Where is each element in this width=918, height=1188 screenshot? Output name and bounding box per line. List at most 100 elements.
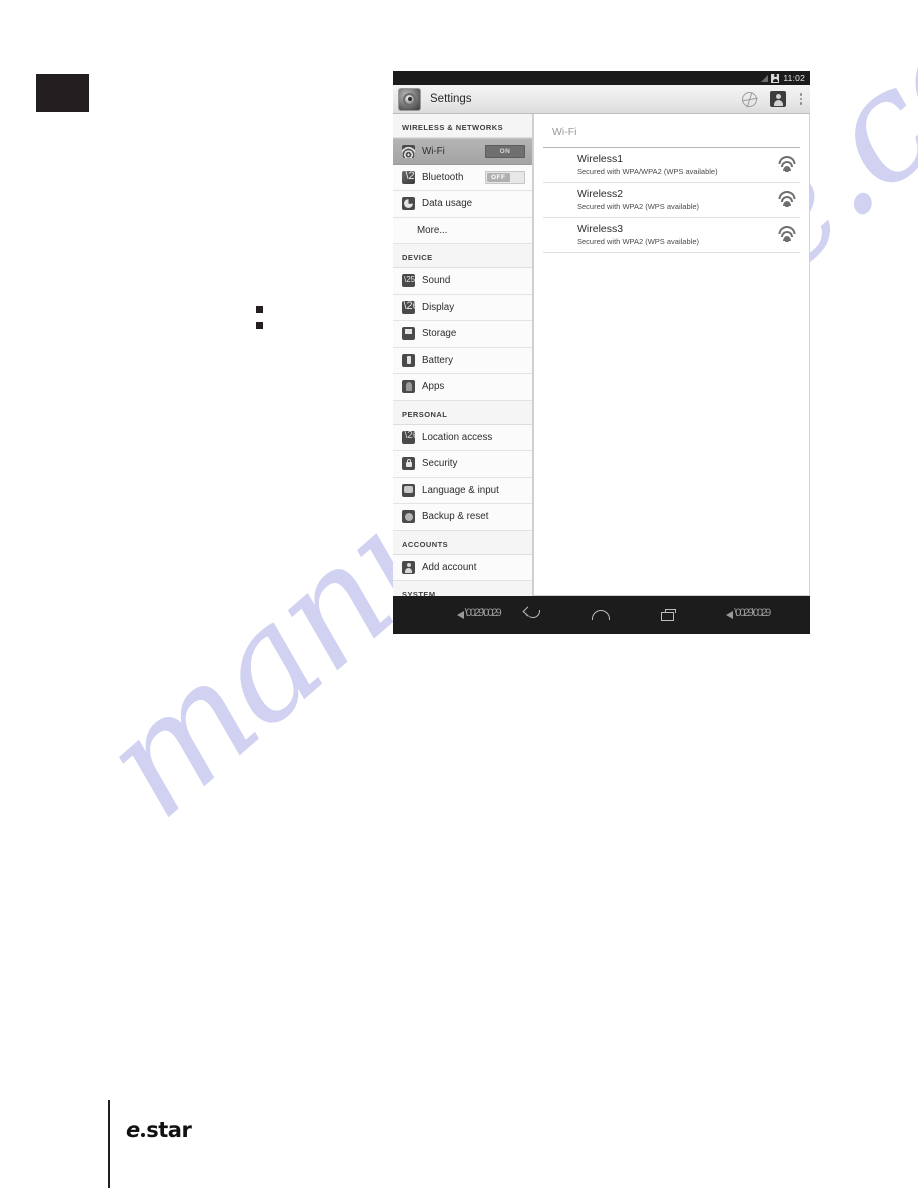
sound-icon [402,274,415,288]
bluetooth-toggle-label: OFF [487,172,510,182]
display-icon [402,300,415,314]
battery-icon [402,353,415,367]
apps-icon [402,380,415,394]
sidebar-item-label: Backup & reset [422,511,489,523]
overflow-dot [799,93,803,96]
sidebar-section-header: WIRELESS & NETWORKS [393,114,532,138]
sidebar-item-label: More... [417,224,448,236]
settings-gear-icon [398,87,421,111]
wifi-icon [402,144,415,158]
wifi-network-row[interactable]: Wireless3 Secured with WPA2 (WPS availab… [543,218,800,253]
tablet-screenshot: 11:02 Settings WIRELESS & NETWORKS Wi-Fi… [393,71,810,634]
language-icon [402,483,415,497]
sidebar-item-label: Display [422,301,455,313]
wifi-network-row[interactable]: Wireless1 Secured with WPA/WPA2 (WPS ava… [543,148,800,183]
signal-icon [761,74,769,82]
sidebar-item-wifi[interactable]: Wi-Fi ON [393,138,532,165]
wifi-network-text: Wireless1 Secured with WPA/WPA2 (WPS ava… [577,153,780,177]
account-icon [402,560,415,574]
wifi-panel: Wi-Fi Wireless1 Secured with WPA/WPA2 (W… [533,114,810,596]
sidebar-item-label: Apps [422,381,445,393]
sidebar-item-label: Storage [422,328,457,340]
sidebar-section-header: SYSTEM [393,581,532,596]
wifi-secured-icon [778,190,796,207]
sidebar-item-language-input[interactable]: Language & input [393,477,532,504]
sidebar-item-add-account[interactable]: Add account [393,554,532,581]
wifi-network-text: Wireless3 Secured with WPA2 (WPS availab… [577,223,780,247]
sidebar-item-label: Battery [422,354,454,366]
sidebar-item-backup-reset[interactable]: Backup & reset [393,504,532,531]
action-bar: Settings [393,85,810,114]
settings-body: WIRELESS & NETWORKS Wi-Fi ON Bluetooth O… [393,114,810,596]
wifi-network-security: Secured with WPA2 (WPS available) [577,202,699,212]
settings-sidebar: WIRELESS & NETWORKS Wi-Fi ON Bluetooth O… [393,114,533,596]
wifi-toggle[interactable]: ON [485,144,525,158]
sidebar-item-security[interactable]: Security [393,451,532,478]
sidebar-item-bluetooth[interactable]: Bluetooth OFF [393,164,532,191]
wifi-secured-icon [778,225,796,242]
lock-icon [402,457,415,471]
panel-title: Wi-Fi [552,126,577,138]
redaction-block [36,74,89,112]
wifi-network-list: Wireless1 Secured with WPA/WPA2 (WPS ava… [543,147,800,253]
wifi-network-row[interactable]: Wireless2 Secured with WPA2 (WPS availab… [543,183,800,218]
sidebar-item-sound[interactable]: Sound [393,268,532,295]
data-usage-icon [402,197,415,211]
sidebar-item-display[interactable]: Display [393,294,532,321]
back-icon[interactable] [523,605,545,625]
person-icon [771,73,780,83]
wifi-network-security: Secured with WPA/WPA2 (WPS available) [577,167,718,177]
volume-up-icon[interactable] [725,605,769,625]
brand-logo-star: star [146,1118,192,1142]
globe-icon[interactable] [742,91,757,107]
overflow-dot [799,102,803,105]
wifi-network-name: Wireless3 [577,223,624,236]
app-title: Settings [430,93,472,105]
status-bar-icons: 11:02 [761,73,805,83]
brand-logo-dot [140,1133,145,1137]
sidebar-item-label: Add account [422,561,477,573]
location-icon [402,430,415,444]
volume-down-icon[interactable] [456,605,500,625]
status-bar-clock: 11:02 [783,73,805,83]
wifi-secured-icon [778,155,796,172]
action-bar-icons [742,91,803,107]
sidebar-item-label: Data usage [422,198,473,210]
sidebar-item-label: Wi-Fi [422,145,445,157]
sidebar-item-more[interactable]: More... [393,217,532,244]
bullet-marker [256,322,263,329]
sidebar-item-storage[interactable]: Storage [393,321,532,348]
sidebar-item-apps[interactable]: Apps [393,374,532,401]
bluetooth-toggle[interactable]: OFF [485,170,525,184]
wifi-network-security: Secured with WPA2 (WPS available) [577,237,699,247]
sidebar-item-label: Bluetooth [422,171,464,183]
wifi-lock-badge-icon [785,237,789,242]
footer-divider [108,1100,110,1188]
sidebar-item-location-access[interactable]: Location access [393,424,532,451]
sidebar-section-header: ACCOUNTS [393,531,532,555]
sidebar-item-label: Security [422,458,458,470]
sidebar-section-header: DEVICE [393,244,532,268]
navigation-bar [393,596,810,634]
sidebar-item-battery[interactable]: Battery [393,347,532,374]
storage-icon [402,327,415,341]
wifi-network-text: Wireless2 Secured with WPA2 (WPS availab… [577,188,780,212]
wifi-lock-badge-icon [785,167,789,172]
backup-icon [402,510,415,524]
wifi-network-name: Wireless2 [577,188,624,201]
wifi-network-name: Wireless1 [577,153,624,166]
sidebar-section-header: PERSONAL [393,401,532,425]
overflow-dot [799,97,803,101]
overflow-menu-icon[interactable] [799,93,803,105]
brand-logo: e star [126,1118,192,1142]
bullet-marker [256,306,263,313]
wifi-lock-badge-icon [785,202,789,207]
sidebar-item-label: Language & input [422,484,499,496]
recents-icon[interactable] [658,605,680,625]
sidebar-item-label: Location access [422,431,493,443]
sidebar-item-data-usage[interactable]: Data usage [393,191,532,218]
user-icon[interactable] [770,91,786,107]
home-icon[interactable] [590,605,612,625]
bluetooth-icon [402,170,415,184]
sidebar-item-label: Sound [422,275,451,287]
